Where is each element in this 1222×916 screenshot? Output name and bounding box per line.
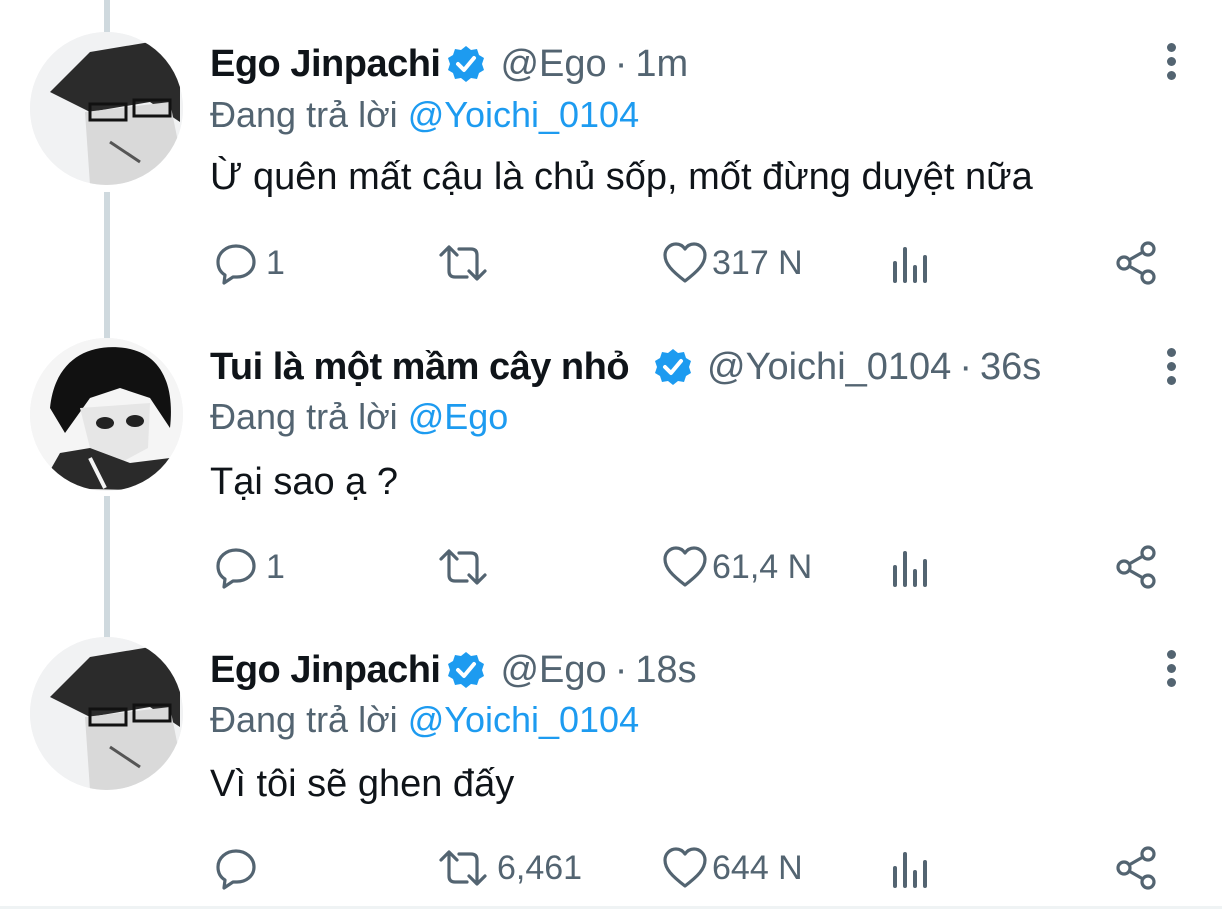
reply-icon: [216, 849, 256, 890]
retweet-button[interactable]: 6,461: [437, 843, 582, 893]
share-icon: [1116, 241, 1156, 285]
views-button[interactable]: [890, 843, 932, 893]
mention-link[interactable]: @Yoichi_0104: [408, 699, 639, 740]
replying-to: Đang trả lời @Ego: [210, 396, 508, 438]
more-vertical-icon[interactable]: [1158, 647, 1184, 691]
like-button[interactable]: 61,4 N: [662, 542, 812, 592]
reply-icon: [216, 244, 256, 285]
replying-to: Đang trả lời @Yoichi_0104: [210, 699, 639, 741]
tweet[interactable]: Ego Jinpachi @Ego · 1m Đang trả lời @Yoi…: [0, 0, 1222, 303]
more-vertical-icon[interactable]: [1158, 345, 1184, 389]
retweet-icon: [439, 850, 487, 886]
share-icon: [1116, 846, 1156, 890]
tweet[interactable]: Tui là một mầm cây nhỏ @Yoichi_0104 · 36…: [0, 303, 1222, 606]
avatar-image-ego: [30, 637, 183, 790]
replying-to-label: Đang trả lời: [210, 94, 398, 135]
views-icon: [893, 852, 927, 888]
avatar-image-yoichi: [30, 338, 183, 491]
action-bar: 1 317 N: [0, 238, 1222, 288]
reply-button[interactable]: 1: [214, 542, 285, 592]
verified-badge-icon: [446, 44, 486, 84]
replying-to: Đang trả lời @Yoichi_0104: [210, 94, 639, 136]
like-count: 644 N: [712, 848, 803, 887]
tweet-text: Tại sao ạ ?: [210, 461, 398, 503]
separator-dot: ·: [614, 648, 628, 691]
tweet-header: Tui là một mầm cây nhỏ @Yoichi_0104 · 36…: [210, 345, 1041, 389]
views-button[interactable]: [890, 238, 932, 288]
avatar[interactable]: [30, 637, 183, 790]
divider: [0, 906, 1222, 909]
like-count: 317 N: [712, 243, 803, 282]
retweet-button[interactable]: [437, 238, 497, 288]
handle[interactable]: @Ego: [500, 649, 606, 692]
views-icon: [893, 551, 927, 587]
share-icon: [1116, 545, 1156, 589]
reply-icon: [216, 548, 256, 589]
verified-badge-icon: [653, 347, 693, 387]
tweet-header: Ego Jinpachi @Ego · 18s: [210, 648, 697, 692]
separator-dot: ·: [614, 42, 628, 85]
timestamp[interactable]: 1m: [635, 43, 688, 86]
retweet-icon: [439, 245, 487, 281]
display-name[interactable]: Ego Jinpachi: [210, 43, 441, 86]
heart-icon: [663, 242, 707, 283]
heart-icon: [663, 546, 707, 587]
tweet-text: Vì tôi sẽ ghen đấy: [210, 763, 515, 805]
mention-link[interactable]: @Yoichi_0104: [408, 94, 639, 135]
handle[interactable]: @Ego: [500, 43, 606, 86]
reply-count: 1: [266, 243, 285, 282]
mention-link[interactable]: @Ego: [408, 396, 509, 437]
more-vertical-icon[interactable]: [1158, 40, 1184, 84]
handle[interactable]: @Yoichi_0104: [707, 346, 951, 389]
views-button[interactable]: [890, 542, 932, 592]
avatar-image-ego: [30, 32, 183, 185]
like-button[interactable]: 317 N: [662, 238, 803, 288]
retweet-button[interactable]: [437, 542, 497, 592]
like-button[interactable]: 644 N: [662, 843, 803, 893]
reply-button[interactable]: [214, 843, 266, 893]
retweet-count: 6,461: [497, 848, 583, 887]
replying-to-label: Đang trả lời: [210, 396, 398, 437]
reply-button[interactable]: 1: [214, 238, 285, 288]
separator-dot: ·: [959, 345, 972, 388]
timestamp[interactable]: 36s: [980, 346, 1041, 389]
timestamp[interactable]: 18s: [635, 649, 696, 692]
share-button[interactable]: [1114, 843, 1160, 893]
avatar[interactable]: [30, 338, 183, 491]
avatar[interactable]: [30, 32, 183, 185]
views-icon: [893, 247, 927, 283]
reply-count: 1: [266, 547, 285, 586]
display-name[interactable]: Tui là một mầm cây nhỏ: [210, 346, 630, 389]
verified-badge-icon: [446, 650, 486, 690]
retweet-icon: [439, 549, 487, 585]
tweet-text: Ừ quên mất cậu là chủ sốp, mốt đừng duyệ…: [210, 156, 1033, 198]
tweet-header: Ego Jinpachi @Ego · 1m: [210, 42, 688, 86]
share-button[interactable]: [1114, 238, 1160, 288]
display-name[interactable]: Ego Jinpachi: [210, 649, 441, 692]
action-bar: 1 61,4 N: [0, 542, 1222, 592]
heart-icon: [663, 847, 707, 888]
share-button[interactable]: [1114, 542, 1160, 592]
action-bar: 6,461 644 N: [0, 843, 1222, 893]
replying-to-label: Đang trả lời: [210, 699, 398, 740]
tweet[interactable]: Ego Jinpachi @Ego · 18s Đang trả lời @Yo…: [0, 605, 1222, 908]
like-count: 61,4 N: [712, 547, 813, 586]
